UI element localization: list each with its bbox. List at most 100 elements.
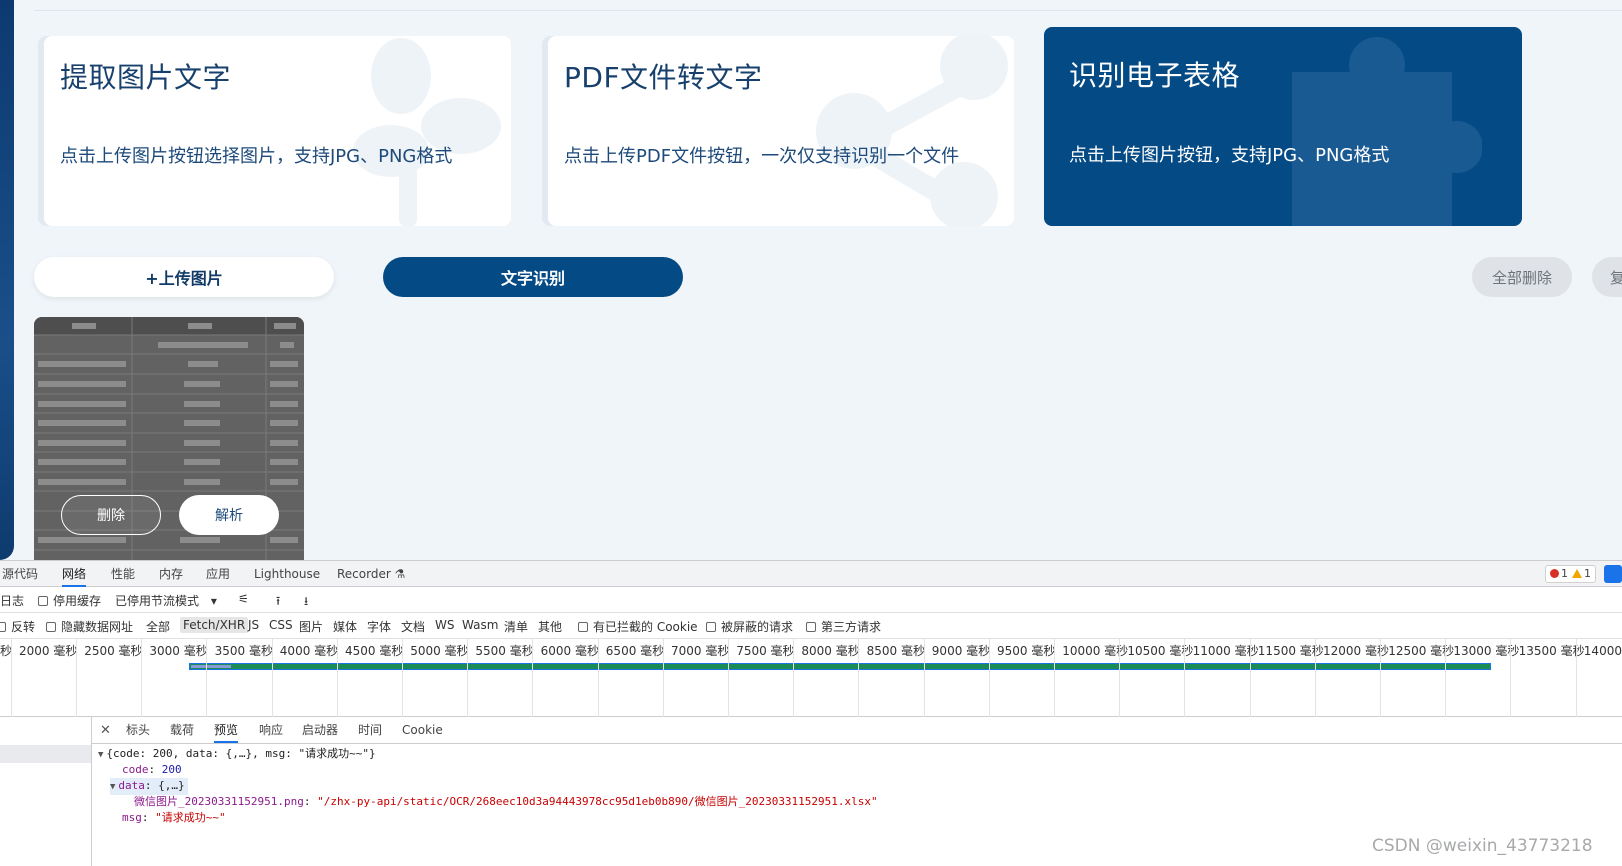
tab-cookies[interactable]: Cookie xyxy=(402,717,443,743)
timeline-grid-line xyxy=(662,639,664,717)
timeline-grid-line xyxy=(923,639,925,717)
network-conditions-icon[interactable]: ⚟ xyxy=(238,592,249,606)
filter-doc[interactable]: 文档 xyxy=(401,618,425,635)
filter-js[interactable]: JS xyxy=(248,618,259,632)
card-pdf-text[interactable]: PDF文件转文字 点击上传PDF文件按钮，一次仅支持识别一个文件 xyxy=(548,36,1014,226)
devtools-tab-bar: 源代码 网络 性能 内存 应用 Lighthouse Recorder ⚗ 11 xyxy=(0,560,1622,587)
request-list-pane[interactable] xyxy=(0,717,92,866)
card-desc: 点击上传图片按钮，支持JPG、PNG格式 xyxy=(1069,145,1390,166)
export-har-icon[interactable]: ⭳ xyxy=(304,592,308,613)
card-spreadsheet[interactable]: 识别电子表格 点击上传图片按钮，支持JPG、PNG格式 xyxy=(1044,27,1522,226)
tab-timing[interactable]: 时间 xyxy=(358,717,382,743)
filter-img[interactable]: 图片 xyxy=(299,618,323,635)
timeline-tick-label: 6500 毫秒 xyxy=(605,644,665,658)
tab-preview[interactable]: 预览 xyxy=(214,717,239,743)
filter-fetch-xhr[interactable]: Fetch/XHR xyxy=(180,617,249,633)
tab-performance[interactable]: 性能 xyxy=(111,561,135,587)
card-desc: 点击上传图片按钮选择图片，支持JPG、PNG格式 xyxy=(60,146,453,167)
delete-all-button[interactable]: 全部删除 xyxy=(1472,257,1572,297)
timeline-tick-label: 5500 毫秒 xyxy=(475,644,534,658)
selected-request-row[interactable] xyxy=(0,745,91,763)
thumbnail-parse-button[interactable]: 解析 xyxy=(179,495,279,535)
tab-lighthouse[interactable]: Lighthouse xyxy=(254,561,320,587)
tab-headers[interactable]: 标头 xyxy=(126,717,150,743)
devtools-panel: 源代码 网络 性能 内存 应用 Lighthouse Recorder ⚗ 11… xyxy=(0,560,1622,866)
filter-manifest[interactable]: 清单 xyxy=(504,618,528,635)
error-icon xyxy=(1550,569,1559,578)
json-data-row[interactable]: ▼ data: {,…} xyxy=(110,778,188,795)
hide-data-url-label: 隐藏数据网址 xyxy=(61,620,134,634)
json-object: {,…} xyxy=(158,779,185,792)
tab-initiator[interactable]: 启动器 xyxy=(302,717,338,743)
puzzle-icon xyxy=(1292,37,1482,226)
hide-data-url-checkbox[interactable]: 隐藏数据网址 xyxy=(46,618,133,635)
tab-sources[interactable]: 源代码 xyxy=(2,561,38,587)
timeline-grid-line xyxy=(271,639,273,717)
import-har-icon[interactable]: ⭱ xyxy=(276,592,280,613)
blocked-requests-checkbox[interactable]: 被屏蔽的请求 xyxy=(706,618,793,635)
issues-badge[interactable]: 11 xyxy=(1545,565,1596,583)
expanded-caret-icon: ▼ xyxy=(98,750,104,760)
card-title: 提取图片文字 xyxy=(60,61,232,94)
blocked-cookies-checkbox[interactable]: 有已拦截的 Cookie xyxy=(578,618,698,635)
timeline-tick-label: 9000 毫秒 xyxy=(931,644,991,658)
timeline-grid-line xyxy=(1119,639,1121,717)
tab-response[interactable]: 响应 xyxy=(259,717,283,743)
filter-font[interactable]: 字体 xyxy=(367,618,391,635)
invert-checkbox[interactable]: 反转 xyxy=(0,618,35,635)
filter-all[interactable]: 全部 xyxy=(146,618,170,635)
timeline-grid-line xyxy=(793,639,795,717)
json-msg-row: msg: "请求成功~~" xyxy=(122,811,226,824)
json-file-row: 微信图片_20230331152951.png: "/zhx-py-api/st… xyxy=(134,795,878,808)
request-waiting-bar xyxy=(191,665,231,668)
tab-recorder[interactable]: Recorder ⚗ xyxy=(337,561,405,587)
timeline-grid-line xyxy=(988,639,990,717)
uploaded-image-thumbnail[interactable]: 删除 解析 xyxy=(34,317,304,560)
throttle-value: 已停用节流模式 xyxy=(115,594,200,608)
disable-cache-label: 停用缓存 xyxy=(53,594,102,608)
tab-network[interactable]: 网络 xyxy=(62,561,87,587)
tab-payload[interactable]: 载荷 xyxy=(170,717,194,743)
upload-image-button[interactable]: +上传图片 xyxy=(34,257,334,297)
timeline-grid-line xyxy=(1445,639,1447,717)
filter-ws[interactable]: WS xyxy=(435,618,454,632)
text-recognition-button[interactable]: 文字识别 xyxy=(383,257,683,297)
timeline-grid-line xyxy=(1380,639,1381,717)
timeline-grid-line xyxy=(532,639,534,717)
copy-button[interactable]: 复 xyxy=(1592,257,1622,297)
timeline-tick-label: 7000 毫秒 xyxy=(671,644,730,658)
timeline-grid-line xyxy=(597,639,599,717)
request-timing-bar xyxy=(189,663,1491,670)
throttle-select[interactable]: 已停用节流模式 ▾ xyxy=(115,592,217,609)
third-party-checkbox[interactable]: 第三方请求 xyxy=(806,618,881,635)
filter-wasm[interactable]: Wasm xyxy=(462,618,498,632)
json-root-row[interactable]: ▼ {code: 200, data: {,…}, msg: "请求成功~~"} xyxy=(98,746,376,763)
checkbox-icon xyxy=(706,622,716,632)
filter-css[interactable]: CSS xyxy=(269,618,293,632)
checkbox-icon xyxy=(0,622,6,632)
tab-recorder-label: Recorder xyxy=(337,567,391,581)
timeline-tick-label: 14000 毫 xyxy=(1583,644,1622,658)
timeline-grid-line xyxy=(728,639,729,717)
json-key: code xyxy=(122,763,149,776)
checkbox-icon xyxy=(38,596,48,606)
divider xyxy=(34,10,1622,11)
timeline-grid-line xyxy=(1510,639,1512,717)
filter-other[interactable]: 其他 xyxy=(538,618,562,635)
thumbnail-delete-button[interactable]: 删除 xyxy=(61,495,161,535)
disable-cache-checkbox[interactable]: 停用缓存 xyxy=(38,592,101,609)
watermark: CSDN @weixin_43773218 xyxy=(1372,836,1593,856)
messages-icon[interactable] xyxy=(1604,565,1622,583)
preserve-log-label[interactable]: 日志 xyxy=(0,592,24,609)
network-timeline-overview[interactable]: 秒 2000 毫秒 2500 毫秒 3000 毫秒 3500 毫秒 4000 毫秒 4500… xyxy=(0,639,1622,717)
network-toolbar: 日志 停用缓存 已停用节流模式 ▾ ⚟ ⭱ ⭳ xyxy=(0,587,1622,613)
timeline-grid-line xyxy=(76,639,77,717)
json-summary: {code: 200, data: {,…}, msg: "请求成功~~"} xyxy=(106,747,376,760)
filter-media[interactable]: 媒体 xyxy=(333,618,357,635)
close-icon[interactable]: ✕ xyxy=(100,723,111,738)
tab-memory[interactable]: 内存 xyxy=(159,561,183,587)
timeline-grid-line xyxy=(1314,639,1316,717)
timeline-tick-label: 8000 毫秒 xyxy=(801,644,860,658)
tab-application[interactable]: 应用 xyxy=(206,561,230,587)
card-image-text[interactable]: 提取图片文字 点击上传图片按钮选择图片，支持JPG、PNG格式 xyxy=(44,36,511,226)
